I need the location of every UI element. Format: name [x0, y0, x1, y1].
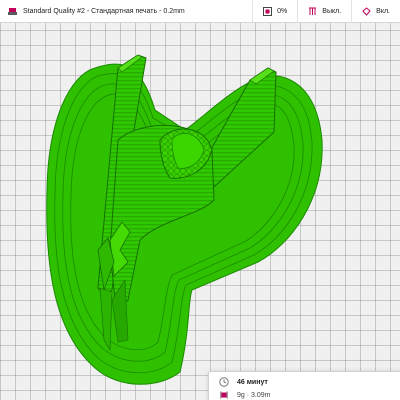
printer-profile-icon	[8, 7, 17, 16]
build-plate-viewport[interactable]: Standard Quality #2 - Стандартная печать…	[0, 0, 400, 400]
support-icon	[308, 7, 317, 16]
adhesion-icon	[362, 6, 371, 16]
print-profile-selector[interactable]: Standard Quality #2 - Стандартная печать…	[0, 0, 254, 22]
print-profile-label: Standard Quality #2 - Стандартная печать…	[23, 7, 185, 15]
print-time-row: 46 минут	[219, 377, 268, 387]
model-base-layers	[46, 63, 323, 385]
adhesion-value: Вкл.	[376, 7, 390, 15]
print-estimate-panel[interactable]: 46 минут 9g · 3.09m	[208, 371, 400, 400]
print-time-label: 46 минут	[237, 378, 268, 386]
material-usage-label: 9g · 3.09m	[237, 391, 271, 399]
adhesion-setting[interactable]: Вкл.	[352, 0, 400, 22]
material-usage-row: 9g · 3.09m	[219, 390, 270, 400]
support-value: Выкл.	[322, 7, 342, 15]
infill-icon	[263, 6, 273, 16]
print-settings-bar[interactable]: Standard Quality #2 - Стандартная печать…	[0, 0, 400, 23]
infill-setting[interactable]: 0%	[253, 0, 299, 22]
filament-spool-icon	[219, 390, 229, 400]
sliced-model-preview[interactable]	[0, 0, 400, 400]
clock-icon	[219, 377, 229, 387]
infill-value: 0%	[277, 7, 288, 15]
support-setting[interactable]: Выкл.	[298, 0, 353, 22]
